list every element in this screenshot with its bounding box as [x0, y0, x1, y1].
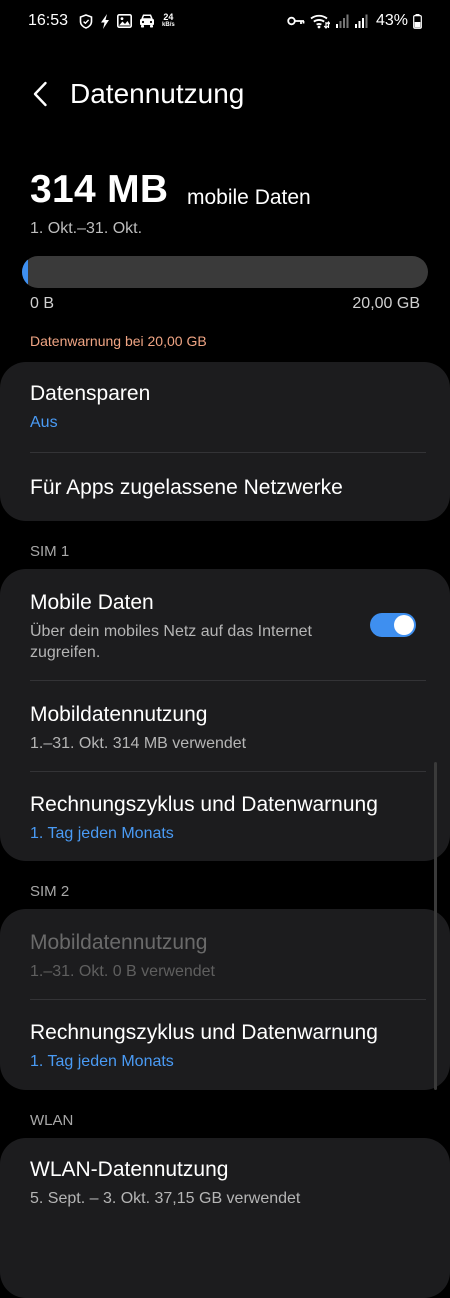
- status-bar: 16:53 24 kB/s 43%: [0, 0, 450, 42]
- allowed-networks-item[interactable]: Für Apps zugelassene Netzwerke: [30, 476, 426, 500]
- shield-icon: [79, 13, 93, 29]
- status-time: 16:53: [28, 12, 69, 29]
- app-bar: Datennutzung: [0, 74, 450, 118]
- usage-amount: 314 MB: [30, 168, 169, 211]
- mobile-data-item[interactable]: Mobile Daten Über dein mobiles Netz auf …: [30, 591, 350, 663]
- battery-icon: [413, 13, 422, 29]
- data-warning-text: Datenwarnung bei 20,00 GB: [30, 333, 207, 349]
- toggle-knob: [394, 615, 414, 635]
- image-icon: [117, 14, 133, 28]
- data-saver-item[interactable]: Datensparen Aus: [30, 382, 426, 433]
- sim1-usage-item[interactable]: Mobildatennutzung 1.–31. Okt. 314 MB ver…: [30, 703, 426, 754]
- general-card: Datensparen Aus Für Apps zugelassene Net…: [0, 362, 450, 521]
- data-saver-title: Datensparen: [30, 382, 151, 405]
- sim2-billing-title: Rechnungszyklus und Datenwarnung: [30, 1021, 378, 1044]
- divider: [30, 452, 426, 453]
- signal-icon: [354, 14, 368, 28]
- wlan-usage-title: WLAN-Datennutzung: [30, 1158, 229, 1181]
- divider: [30, 680, 426, 681]
- data-saver-value: Aus: [30, 414, 58, 431]
- usage-progress-fill: [22, 256, 29, 288]
- battery-percentage: 43%: [375, 12, 408, 29]
- chevron-left-icon: [32, 81, 48, 112]
- sim2-usage-value: 1.–31. Okt. 0 B verwendet: [30, 963, 215, 980]
- scrollbar[interactable]: [434, 762, 437, 1090]
- page-title: Datennutzung: [70, 78, 245, 109]
- sim1-card: Mobile Daten Über dein mobiles Netz auf …: [0, 569, 450, 861]
- wifi-icon: [310, 13, 330, 29]
- bolt-icon: [100, 13, 110, 29]
- section-label-wlan: WLAN: [30, 1112, 74, 1129]
- mobile-data-description: Über dein mobiles Netz auf das Internet …: [30, 623, 312, 661]
- divider: [30, 999, 426, 1000]
- wlan-usage-value: 5. Sept. – 3. Okt. 37,15 GB verwendet: [30, 1190, 301, 1207]
- sim2-billing-item[interactable]: Rechnungszyklus und Datenwarnung 1. Tag …: [30, 1021, 440, 1072]
- sim1-billing-value: 1. Tag jeden Monats: [30, 825, 174, 842]
- sim1-billing-item[interactable]: Rechnungszyklus und Datenwarnung 1. Tag …: [30, 793, 440, 844]
- sim2-card: Mobildatennutzung 1.–31. Okt. 0 B verwen…: [0, 909, 450, 1090]
- usage-label: mobile Daten: [187, 186, 311, 209]
- wlan-card: WLAN-Datennutzung 5. Sept. – 3. Okt. 37,…: [0, 1138, 450, 1298]
- network-speed: 24 kB/s: [162, 13, 175, 29]
- sim1-usage-value: 1.–31. Okt. 314 MB verwendet: [30, 735, 247, 752]
- sim2-usage-title: Mobildatennutzung: [30, 931, 208, 954]
- section-label-sim1: SIM 1: [30, 543, 70, 560]
- status-left: 16:53 24 kB/s: [28, 12, 175, 30]
- sim2-billing-value: 1. Tag jeden Monats: [30, 1053, 174, 1070]
- divider: [30, 771, 426, 772]
- usage-progress-bar: [22, 256, 428, 288]
- usage-bar-max: 20,00 GB: [352, 295, 420, 312]
- wlan-usage-item[interactable]: WLAN-Datennutzung 5. Sept. – 3. Okt. 37,…: [30, 1158, 426, 1209]
- usage-bar-min: 0 B: [30, 295, 55, 312]
- signal-icon: [335, 14, 349, 28]
- sim1-billing-title: Rechnungszyklus und Datenwarnung: [30, 793, 378, 816]
- sim2-usage-item: Mobildatennutzung 1.–31. Okt. 0 B verwen…: [30, 931, 426, 982]
- mobile-data-title: Mobile Daten: [30, 591, 154, 614]
- sim1-usage-title: Mobildatennutzung: [30, 703, 208, 726]
- section-label-sim2: SIM 2: [30, 883, 70, 900]
- status-right: 43%: [287, 12, 422, 30]
- network-speed-value: 24: [163, 12, 174, 22]
- key-icon: [287, 15, 305, 27]
- usage-period: 1. Okt.–31. Okt.: [30, 220, 143, 237]
- network-speed-unit: kB/s: [162, 22, 175, 28]
- allowed-networks-title: Für Apps zugelassene Netzwerke: [30, 476, 343, 499]
- car-icon: [139, 14, 155, 28]
- back-button[interactable]: [26, 80, 54, 112]
- mobile-data-toggle[interactable]: [370, 613, 416, 637]
